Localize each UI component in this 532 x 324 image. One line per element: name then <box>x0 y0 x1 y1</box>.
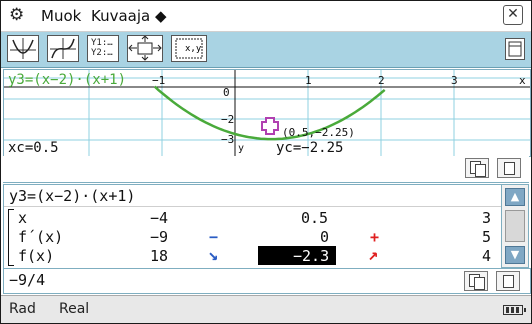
paste-icon <box>503 275 514 288</box>
cell-func-left: 18 <box>150 247 169 265</box>
parabola-icon <box>10 38 36 59</box>
increasing-arrow-icon: ↗ <box>368 245 379 265</box>
trace-point-label: (0.5,−2.25) <box>282 126 355 139</box>
toolbar-more-button[interactable] <box>505 38 525 60</box>
cell-deriv-mid: 0 <box>320 228 330 246</box>
gear-icon[interactable]: ⚙ <box>9 5 24 25</box>
entry-copy-button[interactable] <box>464 271 488 291</box>
graph-footer <box>3 156 529 183</box>
x-tick-2: 2 <box>378 74 385 87</box>
zoom-box-button[interactable]: x,y <box>171 35 207 62</box>
row-label: f´(x) <box>18 228 64 246</box>
decreasing-arrow-icon: ↘ <box>208 245 219 265</box>
table-separator <box>4 206 502 207</box>
cell-x-mid: 0.5 <box>301 209 329 227</box>
entry-line[interactable]: −9/4 <box>3 268 531 294</box>
minus-sign-icon: − <box>209 228 219 246</box>
x-axis-label: x <box>519 74 526 87</box>
row-label: f(x) <box>18 247 55 265</box>
cubic-icon <box>50 38 76 59</box>
scroll-down-icon[interactable]: ▼ <box>505 246 525 264</box>
entry-paste-button[interactable] <box>496 271 520 291</box>
yc-readout: yc=−2.25 <box>276 140 343 156</box>
function-editor-line2: Y2:… <box>91 48 113 58</box>
copy-icon-back <box>475 164 486 177</box>
cell-func-mid: −2.3 <box>293 247 330 265</box>
graph-function-label: y3=(x−2)·(x+1) <box>8 72 126 88</box>
copy-icon-back <box>474 277 485 290</box>
menu-bar: ⚙ Muok Kuvaaja ◆ ✕ <box>1 1 531 32</box>
y-axis-label: y <box>238 143 244 154</box>
calculator-window: ⚙ Muok Kuvaaja ◆ ✕ Y1:… Y2:… x,y −1 0 1 … <box>0 0 532 324</box>
close-icon[interactable]: ✕ <box>503 5 523 25</box>
graph-panel[interactable]: −1 0 1 2 3 x −2 −3 y y3=(x−2)·(x+1) (0.5… <box>3 69 531 157</box>
graph-cubic-button[interactable] <box>47 35 79 62</box>
paste-button[interactable] <box>497 158 521 178</box>
zoom-box-icon: x,y <box>175 38 203 59</box>
table-row-x[interactable]: x −4 0.5 3 <box>4 209 502 227</box>
x-tick-3: 3 <box>451 74 458 87</box>
x-tick-0: 0 <box>223 86 230 99</box>
cell-deriv-left: −9 <box>150 228 169 246</box>
table-row-derivative[interactable]: f´(x) −9 − 0 + 5 <box>4 228 502 246</box>
trace-marker[interactable] <box>261 117 279 135</box>
graph-canvas[interactable]: −1 0 1 2 3 x −2 −3 y y3=(x−2)·(x+1) (0.5… <box>4 70 530 156</box>
function-editor-line1: Y1:… <box>91 38 113 48</box>
graph-parabola-button[interactable] <box>7 35 39 62</box>
plus-sign-icon: + <box>370 228 380 246</box>
xc-readout: xc=0.5 <box>8 140 59 156</box>
row-label: x <box>18 209 28 227</box>
battery-icon <box>503 305 526 315</box>
status-bar: Rad Real <box>1 295 531 323</box>
zoom-fit-icon <box>128 36 162 61</box>
svg-text:x,y: x,y <box>185 44 202 54</box>
analysis-table-panel[interactable]: y3=(x−2)·(x+1) x −4 0.5 3 f´(x) −9 − 0 +… <box>3 184 502 270</box>
y-tick-minus2: −2 <box>221 113 234 126</box>
cell-x-right: 3 <box>482 209 492 227</box>
copy-button[interactable] <box>465 158 489 178</box>
x-tick-1: 1 <box>305 74 312 87</box>
menu-edit[interactable]: Muok <box>41 7 81 25</box>
cell-x-left: −4 <box>150 209 169 227</box>
number-mode[interactable]: Real <box>59 301 89 317</box>
table-row-function[interactable]: f(x) 18 ↘ −2.3 ↗ 4 <box>4 245 502 265</box>
table-scrollbar[interactable]: ▲ ▼ <box>501 184 529 268</box>
menu-graph[interactable]: Kuvaaja ◆ <box>91 7 167 25</box>
angle-mode[interactable]: Rad <box>9 301 36 317</box>
expand-icon <box>508 41 522 57</box>
entry-value: −9/4 <box>9 271 46 289</box>
y-tick-minus3: −3 <box>221 133 234 146</box>
scroll-up-icon[interactable]: ▲ <box>505 188 525 206</box>
table-expression: y3=(x−2)·(x+1) <box>9 187 136 205</box>
scroll-thumb[interactable] <box>505 210 525 242</box>
function-editor-icon: Y1:… Y2:… <box>91 38 113 58</box>
cell-func-right: 4 <box>482 247 492 265</box>
zoom-fit-button[interactable] <box>127 35 163 62</box>
x-tick-minus1: −1 <box>152 74 165 87</box>
toolbar: Y1:… Y2:… x,y <box>1 32 531 68</box>
paste-icon <box>504 162 515 175</box>
function-editor-button[interactable]: Y1:… Y2:… <box>87 35 119 62</box>
cell-deriv-right: 5 <box>482 228 492 246</box>
